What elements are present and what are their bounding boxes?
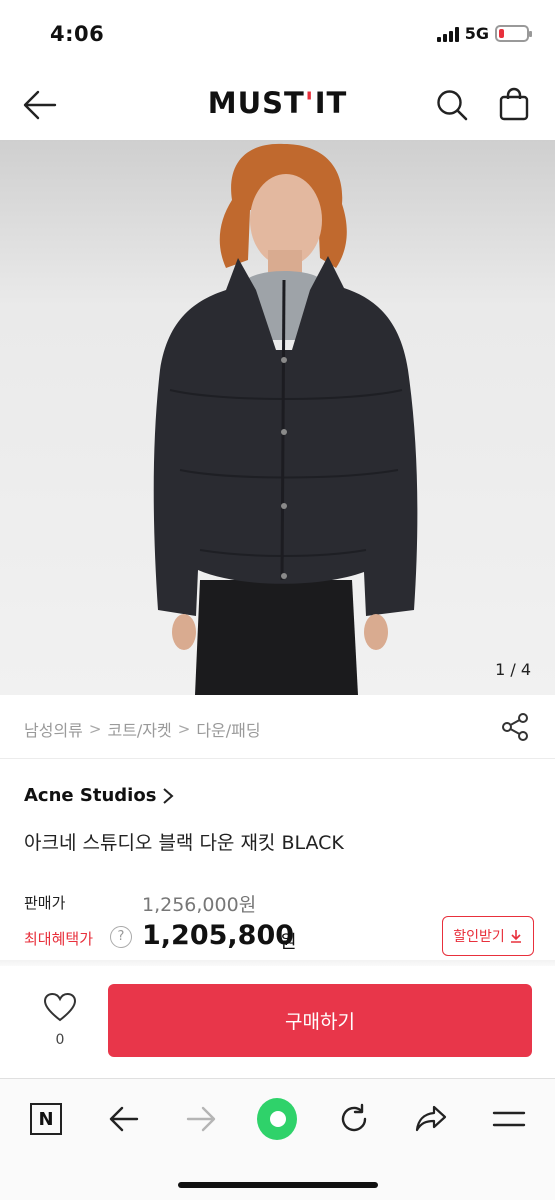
product-image-gallery[interactable]: 1 / 4	[0, 140, 555, 695]
max-benefit-label: 최대혜택가	[24, 930, 94, 948]
search-icon	[437, 90, 468, 121]
browser-back-icon	[109, 1106, 139, 1132]
share-button[interactable]	[499, 711, 531, 743]
brand-link[interactable]: Acne Studios	[24, 785, 174, 806]
share-icon	[502, 713, 528, 741]
like-count: 0	[55, 1032, 65, 1048]
chevron-right-icon: >	[88, 720, 102, 738]
browser-back-button[interactable]	[104, 1099, 144, 1139]
battery-icon	[495, 25, 532, 42]
search-button[interactable]	[435, 88, 469, 122]
image-counter: 1 / 4	[495, 660, 531, 679]
browser-forward-icon	[186, 1106, 216, 1132]
home-indicator	[178, 1182, 378, 1188]
reload-button[interactable]	[334, 1099, 374, 1139]
logo-apostrophe: '	[304, 86, 315, 120]
network-type: 5G	[464, 24, 489, 43]
brand-name: Acne Studios	[24, 785, 157, 806]
help-icon[interactable]: ?	[110, 926, 132, 948]
chevron-right-icon	[163, 787, 174, 804]
sale-price-label: 판매가	[24, 894, 66, 912]
coupon-download-button[interactable]: 할인받기	[442, 916, 534, 956]
breadcrumb-item[interactable]: 남성의류	[24, 717, 83, 741]
browser-forward-button[interactable]	[181, 1099, 221, 1139]
share-arrow-icon	[415, 1105, 447, 1132]
heart-icon	[43, 992, 77, 1022]
naver-home-button[interactable]: N	[26, 1099, 66, 1139]
breadcrumb-item[interactable]: 코트/자켓	[107, 717, 171, 741]
logo-text-right: IT	[314, 86, 348, 120]
browser-share-button[interactable]	[411, 1099, 451, 1139]
product-photo	[153, 143, 418, 695]
like-button[interactable]: 0	[36, 992, 84, 1052]
logo-text-left: MUST	[207, 86, 305, 120]
breadcrumb-row: 남성의류 > 코트/자켓 > 다운/패딩	[0, 695, 555, 759]
chevron-right-icon: >	[177, 720, 191, 738]
shopping-bag-icon	[499, 87, 529, 121]
price-row-benefit: 최대혜택가 ? 1,205,800 원 할인받기	[24, 916, 534, 960]
download-icon	[510, 930, 521, 943]
price-row-original: 판매가 1,256,000원	[24, 890, 534, 916]
app-header: MUST'IT	[0, 70, 555, 140]
breadcrumb-item[interactable]: 다운/패딩	[196, 717, 260, 741]
reload-icon	[341, 1103, 367, 1132]
product-name: 아크네 스튜디오 블랙 다운 재킷 BLACK	[24, 832, 344, 854]
buy-button[interactable]: 구매하기	[108, 984, 532, 1057]
breadcrumb: 남성의류 > 코트/자켓 > 다운/패딩	[24, 717, 261, 741]
must-it-logo[interactable]: MUST'IT	[0, 86, 555, 120]
n-icon: N	[30, 1103, 62, 1135]
menu-icon	[492, 1111, 526, 1127]
browser-toolbar: N	[0, 1078, 555, 1200]
status-bar: 4:06 5G	[0, 0, 555, 70]
status-time: 4:06	[50, 22, 105, 46]
cart-button[interactable]	[496, 86, 532, 122]
purchase-bar: 0 구매하기	[0, 966, 555, 1078]
coupon-button-label: 할인받기	[453, 929, 505, 945]
final-price-currency: 원	[280, 932, 297, 953]
final-price: 1,205,800	[142, 920, 295, 951]
browser-home-button[interactable]	[257, 1098, 297, 1140]
status-indicators: 5G	[436, 24, 532, 43]
signal-icon	[436, 26, 459, 42]
menu-button[interactable]	[489, 1099, 529, 1139]
original-price: 1,256,000원	[142, 894, 257, 916]
green-home-icon	[257, 1098, 297, 1140]
